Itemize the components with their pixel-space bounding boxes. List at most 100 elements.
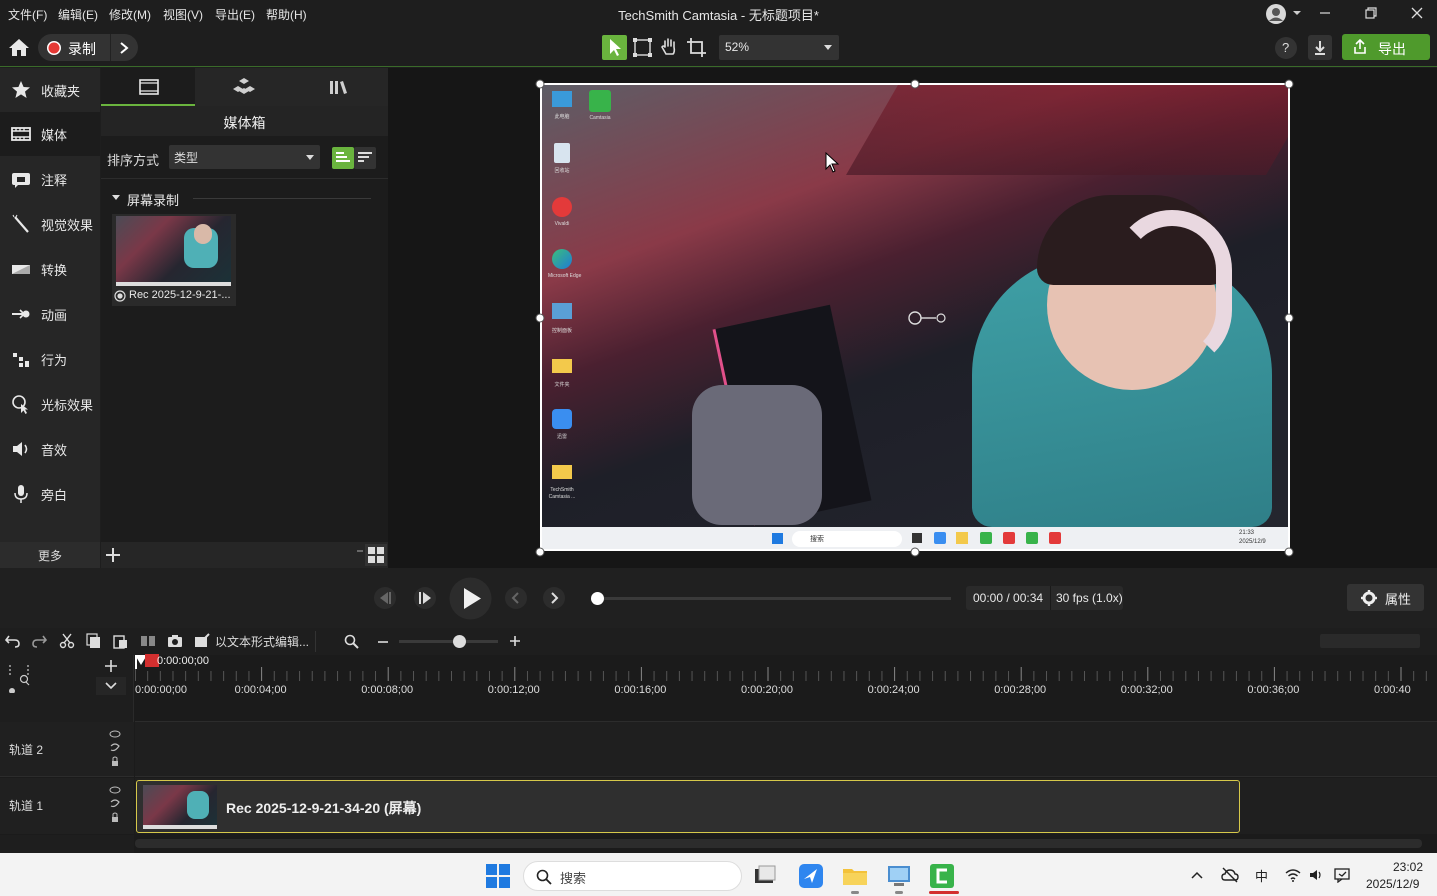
rail-item-animations[interactable]: 动画 <box>0 292 100 336</box>
rail-label: 动画 <box>41 308 68 323</box>
rail-item-behaviors[interactable]: 行为 <box>0 337 100 381</box>
taskbar-app-camtasia[interactable] <box>929 863 955 889</box>
menu-modify[interactable]: 修改(M) <box>109 6 151 23</box>
start-icon[interactable] <box>486 864 510 888</box>
zoom-in-icon[interactable] <box>509 635 521 647</box>
download-button[interactable] <box>1308 35 1332 60</box>
rail-item-media[interactable]: 媒体 <box>0 112 100 156</box>
taskbar-app-control-panel[interactable] <box>886 863 912 889</box>
rail-item-favorites[interactable]: 收藏夹 <box>0 68 100 112</box>
play-button[interactable] <box>449 577 492 620</box>
rail-item-audio-effects[interactable]: 音效 <box>0 427 100 471</box>
zoom-select[interactable]: 52% <box>719 35 839 60</box>
track-controls-icon[interactable] <box>108 786 122 826</box>
cloud-off-icon[interactable] <box>1221 867 1239 883</box>
transition-icon <box>12 265 30 274</box>
volume-icon[interactable] <box>1309 868 1323 882</box>
taskbar-app-xunlei[interactable] <box>798 863 824 889</box>
export-button[interactable]: 导出 <box>1342 34 1430 60</box>
menu-file[interactable]: 文件(F) <box>8 6 47 23</box>
taskbar-search-box[interactable]: 搜索 <box>523 861 742 891</box>
edit-as-text-button[interactable]: 以文本形式编辑... <box>215 633 309 650</box>
tab-stock-library[interactable] <box>291 68 388 106</box>
close-icon[interactable] <box>1410 6 1424 20</box>
ime-indicator[interactable]: 中 <box>1255 866 1268 885</box>
next-marker-button[interactable] <box>541 586 567 610</box>
clock-date[interactable]: 2025/12/9 <box>1366 877 1419 891</box>
taskbar-app-terminal[interactable] <box>752 863 778 889</box>
transform-tool-button[interactable] <box>630 35 655 60</box>
track-header-2[interactable]: 轨道 2 <box>0 722 134 777</box>
account-dropdown-icon[interactable] <box>1292 8 1302 18</box>
select-tool-button[interactable] <box>602 35 627 60</box>
text-edit-icon[interactable] <box>194 633 210 649</box>
microphone-icon <box>14 485 28 503</box>
add-bin-button[interactable] <box>103 544 123 566</box>
help-button[interactable]: ? <box>1275 37 1297 59</box>
step-forward-button[interactable] <box>412 586 438 610</box>
split-icon[interactable] <box>140 633 156 649</box>
zoom-out-icon[interactable] <box>377 636 389 648</box>
group-screen-recordings[interactable]: 屏幕录制 <box>111 189 381 208</box>
rail-item-annotations[interactable]: 注释 <box>0 157 100 201</box>
timeline-clip[interactable]: Rec 2025-12-9-21-34-20 (屏幕) <box>136 780 1240 833</box>
timeline-ruler[interactable]: 0:00:00;00 0:00:04;00 0:00:08;00 0:00:12;00… <box>135 655 1437 697</box>
track-lane-2[interactable] <box>135 722 1437 777</box>
menu-view[interactable]: 视图(V) <box>163 6 203 23</box>
sort-select[interactable]: 类型 <box>169 145 320 169</box>
bin-title: 媒体箱 <box>223 115 266 131</box>
timeline-overview[interactable] <box>1320 634 1420 648</box>
undo-icon[interactable] <box>5 633 21 649</box>
timeline-horizontal-scrollbar[interactable] <box>135 839 1422 848</box>
step-back-button[interactable] <box>372 586 398 610</box>
rail-item-cursor-effects[interactable]: 光标效果 <box>0 382 100 426</box>
wifi-icon[interactable] <box>1285 868 1301 882</box>
magnet-icon[interactable] <box>6 661 32 693</box>
menu-bar: 文件(F) 编辑(E) 修改(M) 视图(V) 导出(E) 帮助(H) Tech… <box>0 0 1437 27</box>
home-icon[interactable] <box>8 37 30 57</box>
collapse-tracks-button[interactable] <box>96 677 126 695</box>
media-clip-item[interactable]: Rec 2025-12-9-21-... <box>112 214 236 306</box>
redo-icon[interactable] <box>31 633 47 649</box>
record-button[interactable]: 录制 <box>38 34 138 61</box>
rail-item-visual-effects[interactable]: 视觉效果 <box>0 202 100 246</box>
sort-descending-button[interactable] <box>354 147 376 169</box>
clock-time[interactable]: 23:02 <box>1393 860 1423 874</box>
previous-marker-button[interactable] <box>503 586 529 610</box>
scrub-track[interactable] <box>597 597 951 600</box>
properties-button[interactable]: 属性 <box>1347 584 1424 611</box>
cubes-icon <box>233 78 255 94</box>
menu-edit[interactable]: 编辑(E) <box>58 6 98 23</box>
tab-library[interactable] <box>196 68 291 106</box>
selection-handles[interactable] <box>528 78 1298 558</box>
copy-icon[interactable] <box>86 633 102 649</box>
rail-more-button[interactable]: 更多 <box>0 542 100 568</box>
resize-grip-icon[interactable] <box>357 546 363 552</box>
crop-tool-button[interactable] <box>684 35 709 60</box>
track-controls-icon[interactable] <box>108 730 122 770</box>
add-track-button[interactable] <box>96 657 126 675</box>
paste-icon[interactable] <box>112 633 128 649</box>
tab-media-bin[interactable] <box>101 68 195 106</box>
chevron-up-icon[interactable] <box>1191 870 1203 880</box>
scrub-handle[interactable] <box>591 592 604 605</box>
properties-label: 属性 <box>1385 592 1412 607</box>
track-header-1[interactable]: 轨道 1 <box>0 778 134 834</box>
timeline-zoom-slider[interactable] <box>399 640 498 643</box>
taskbar-app-explorer[interactable] <box>842 863 868 889</box>
pan-tool-button[interactable] <box>657 35 682 60</box>
notification-icon[interactable] <box>1334 867 1352 883</box>
account-icon[interactable] <box>1264 3 1288 25</box>
menu-export[interactable]: 导出(E) <box>215 6 255 23</box>
view-grid-button[interactable] <box>365 544 387 566</box>
menu-help[interactable]: 帮助(H) <box>266 6 307 23</box>
rail-item-narration[interactable]: 旁白 <box>0 472 100 516</box>
rail-item-transitions[interactable]: 转换 <box>0 247 100 291</box>
minimize-icon[interactable] <box>1318 6 1332 20</box>
restore-icon[interactable] <box>1364 6 1378 20</box>
zoom-icon[interactable] <box>344 634 359 649</box>
snapshot-icon[interactable] <box>167 633 183 649</box>
cut-icon[interactable] <box>59 633 75 649</box>
timeline-zoom-handle[interactable] <box>453 635 466 648</box>
sort-ascending-button[interactable] <box>332 147 354 169</box>
